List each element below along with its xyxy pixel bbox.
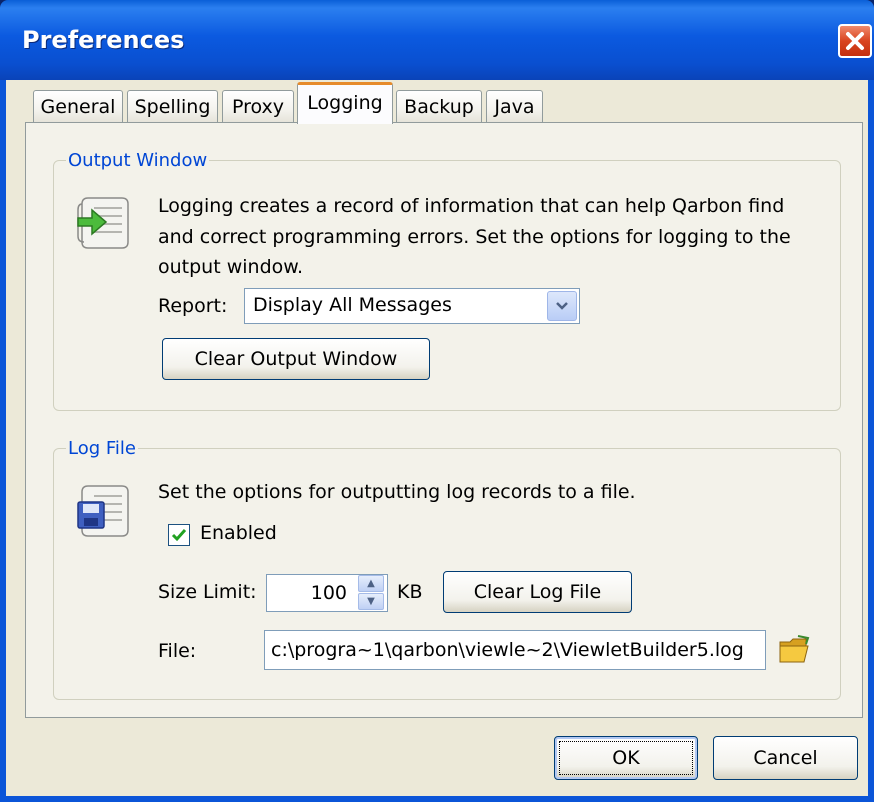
size-limit-spinner[interactable]: ▲ ▼	[356, 574, 386, 612]
file-path-value: c:\progra~1\qarbon\viewle~2\ViewletBuild…	[271, 639, 744, 661]
check-icon	[171, 529, 187, 542]
tab-backup[interactable]: Backup	[396, 90, 482, 122]
spin-down-icon[interactable]: ▼	[358, 593, 384, 610]
size-limit-label: Size Limit:	[158, 581, 257, 603]
tab-proxy[interactable]: Proxy	[222, 90, 294, 122]
clear-log-file-button[interactable]: Clear Log File	[443, 571, 632, 613]
tab-java[interactable]: Java	[486, 90, 543, 122]
dropdown-arrow-icon[interactable]	[547, 291, 577, 321]
file-label: File:	[158, 640, 197, 662]
report-select-value: Display All Messages	[253, 294, 452, 316]
report-select[interactable]: Display All Messages	[244, 288, 580, 324]
size-unit: KB	[397, 581, 423, 603]
window-frame-right	[868, 80, 874, 802]
output-description-line2: and correct programming errors. Set the …	[158, 226, 791, 248]
preferences-window: Preferences General Spelling Proxy Loggi…	[0, 0, 874, 802]
size-limit-value: 100	[310, 582, 347, 604]
log-file-description: Set the options for outputting log recor…	[158, 481, 636, 503]
window-frame-bottom	[0, 796, 874, 802]
file-path-input[interactable]: c:\progra~1\qarbon\viewle~2\ViewletBuild…	[264, 630, 766, 670]
output-scroll-icon	[77, 197, 129, 249]
tab-general[interactable]: General	[33, 90, 123, 122]
spin-up-icon[interactable]: ▲	[358, 575, 384, 592]
close-button[interactable]	[838, 24, 872, 58]
window-title: Preferences	[22, 26, 185, 54]
log-file-group-title: Log File	[66, 438, 138, 459]
enabled-checkbox[interactable]	[168, 524, 190, 546]
output-description-line3: output window.	[158, 256, 304, 278]
tab-logging[interactable]: Logging	[297, 82, 393, 124]
title-bar[interactable]: Preferences	[0, 0, 874, 80]
enabled-label[interactable]: Enabled	[200, 518, 277, 548]
cancel-button[interactable]: Cancel	[713, 736, 858, 780]
tab-spelling[interactable]: Spelling	[127, 90, 218, 122]
clear-output-window-button[interactable]: Clear Output Window	[162, 338, 430, 380]
close-icon	[846, 32, 864, 50]
folder-open-icon[interactable]	[778, 634, 812, 664]
report-label: Report:	[158, 295, 228, 317]
output-window-group-title: Output Window	[66, 150, 210, 171]
ok-button[interactable]: OK	[554, 736, 698, 780]
log-file-scroll-icon	[77, 485, 129, 537]
output-description-line1: Logging creates a record of information …	[158, 195, 785, 217]
